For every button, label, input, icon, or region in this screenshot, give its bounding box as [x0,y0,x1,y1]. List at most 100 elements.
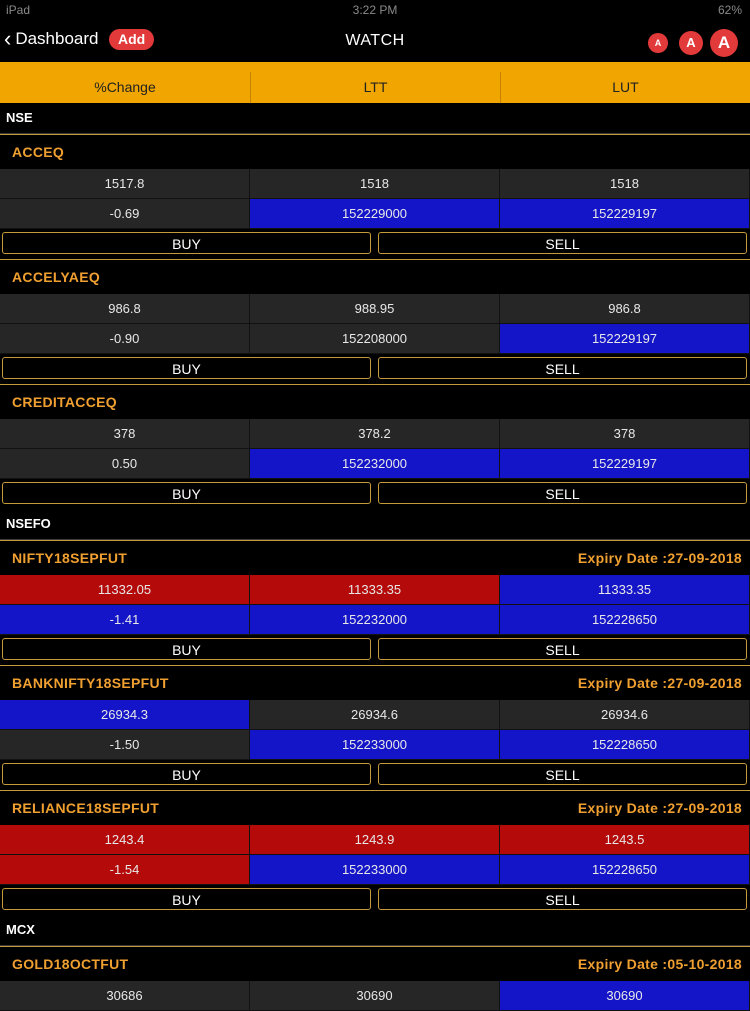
quote-cell: 152208000 [250,324,500,354]
trade-row: BUY SELL [0,760,750,790]
trade-row: BUY SELL [0,635,750,665]
quote-cell: 986.8 [0,294,250,324]
quote-cell: 1518 [500,169,750,199]
quote-cell: 378 [0,419,250,449]
symbol-name: GOLD18OCTFUT [12,956,129,972]
quote-row: 986.8 988.95 986.8 [0,294,750,324]
quote-row: -0.90 152208000 152229197 [0,324,750,354]
symbol-row[interactable]: ACCELYAEQ [0,259,750,294]
symbol-row[interactable]: RELIANCE18SEPFUT Expiry Date :27-09-2018 [0,790,750,825]
quote-row: -1.41 152232000 152228650 [0,605,750,635]
quote-cell: 988.95 [250,294,500,324]
symbol-name: ACCELYAEQ [12,269,101,285]
buy-button[interactable]: BUY [2,763,371,785]
quote-cell: 152233000 [250,855,500,885]
quote-cell: 26934.6 [250,700,500,730]
sell-button[interactable]: SELL [378,357,747,379]
quote-cell: 378 [500,419,750,449]
quote-cell: 986.8 [500,294,750,324]
sell-button[interactable]: SELL [378,763,747,785]
quote-cell: -1.54 [0,855,250,885]
header-strip [0,62,750,72]
expiry-date: Expiry Date :27-09-2018 [577,550,742,566]
quote-cell: 378.2 [250,419,500,449]
quote-cell: -1.50 [0,730,250,760]
trade-row: BUY SELL [0,479,750,509]
font-size-medium-button[interactable]: A [679,31,703,55]
sell-button[interactable]: SELL [378,232,747,254]
quote-cell: -0.69 [0,199,250,229]
column-header-ltt: LTT [250,72,500,103]
exchange-header: MCX [0,915,750,946]
quote-cell: 152229197 [500,449,750,479]
quote-cell: 152232000 [250,449,500,479]
buy-button[interactable]: BUY [2,638,371,660]
quote-cell: 26934.3 [0,700,250,730]
quote-cell: -1.41 [0,605,250,635]
symbol-row[interactable]: CREDITACCEQ [0,384,750,419]
quote-row: 1243.4 1243.9 1243.5 [0,825,750,855]
quote-cell: 26934.6 [500,700,750,730]
quote-cell: 1517.8 [0,169,250,199]
exchange-header: NSE [0,103,750,134]
sell-button[interactable]: SELL [378,638,747,660]
page-title: WATCH [345,32,405,49]
expiry-date: Expiry Date :27-09-2018 [577,675,742,691]
quote-row: 0.50 152232000 152229197 [0,449,750,479]
quote-cell: 11333.35 [500,575,750,605]
quote-cell: 152228650 [500,605,750,635]
quote-row: 378 378.2 378 [0,419,750,449]
battery-level: 62% [717,3,742,17]
symbol-row[interactable]: ACCEQ [0,134,750,169]
symbol-name: CREDITACCEQ [12,394,117,410]
quote-cell: 30690 [500,981,750,1011]
quote-cell: 152233000 [250,730,500,760]
quote-cell: 152229197 [500,324,750,354]
watch-list[interactable]: NSE ACCEQ 1517.8 1518 1518 -0.69 152229000 1522… [0,103,750,1011]
column-header: %Change LTT LUT [0,72,750,103]
quote-cell: 11333.35 [250,575,500,605]
symbol-row[interactable]: NIFTY18SEPFUT Expiry Date :27-09-2018 [0,540,750,575]
quote-row: 1517.8 1518 1518 [0,169,750,199]
buy-button[interactable]: BUY [2,357,371,379]
quote-cell: 1518 [250,169,500,199]
quote-row: -0.69 152229000 152229197 [0,199,750,229]
trade-row: BUY SELL [0,885,750,915]
buy-button[interactable]: BUY [2,232,371,254]
quote-cell: 152228650 [500,855,750,885]
buy-button[interactable]: BUY [2,482,371,504]
quote-row: -1.50 152233000 152228650 [0,730,750,760]
symbol-name: RELIANCE18SEPFUT [12,800,160,816]
font-size-small-button[interactable]: A [648,33,668,53]
expiry-date: Expiry Date :05-10-2018 [577,956,742,972]
quote-cell: 152229000 [250,199,500,229]
sell-button[interactable]: SELL [378,888,747,910]
navigation-bar: ‹ Dashboard Add WATCH A A A [0,20,750,62]
exchange-header: NSEFO [0,509,750,540]
symbol-name: NIFTY18SEPFUT [12,550,128,566]
symbol-row[interactable]: BANKNIFTY18SEPFUT Expiry Date :27-09-2018 [0,665,750,700]
font-size-large-button[interactable]: A [710,29,738,57]
status-bar: iPad 3:22 PM 62% [0,0,750,20]
column-header-change: %Change [0,72,250,103]
status-time: 3:22 PM [352,3,398,17]
sell-button[interactable]: SELL [378,482,747,504]
quote-cell: -0.90 [0,324,250,354]
quote-row: 26934.3 26934.6 26934.6 [0,700,750,730]
quote-row: -1.54 152233000 152228650 [0,855,750,885]
quote-cell: 0.50 [0,449,250,479]
buy-button[interactable]: BUY [2,888,371,910]
quote-row: 30686 30690 30690 [0,981,750,1011]
symbol-row[interactable]: GOLD18OCTFUT Expiry Date :05-10-2018 [0,946,750,981]
quote-cell: 30686 [0,981,250,1011]
quote-cell: 1243.5 [500,825,750,855]
trade-row: BUY SELL [0,354,750,384]
column-header-lut: LUT [500,72,750,103]
quote-cell: 11332.05 [0,575,250,605]
expiry-date: Expiry Date :27-09-2018 [577,800,742,816]
symbol-name: BANKNIFTY18SEPFUT [12,675,169,691]
quote-row: 11332.05 11333.35 11333.35 [0,575,750,605]
quote-cell: 152232000 [250,605,500,635]
symbol-name: ACCEQ [12,144,65,160]
quote-cell: 1243.9 [250,825,500,855]
